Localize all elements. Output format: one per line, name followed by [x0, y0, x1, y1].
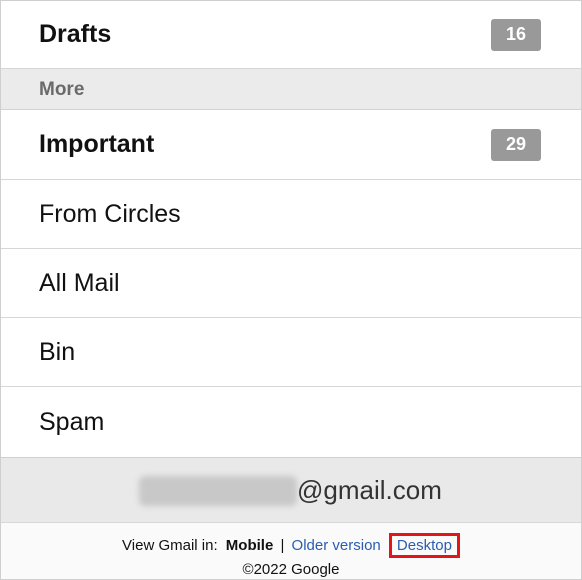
drafts-count-badge: 16: [491, 18, 541, 51]
folder-all-mail-label: All Mail: [39, 268, 120, 297]
mobile-view-current: Mobile: [225, 537, 274, 554]
folder-important-label: Important: [39, 130, 155, 158]
older-version-link[interactable]: Older version: [292, 537, 381, 554]
gmail-mobile-menu: Drafts 16 More Important 29 From Circles…: [0, 0, 582, 580]
folder-all-mail[interactable]: All Mail: [1, 249, 581, 318]
view-mode-line: View Gmail in: Mobile | Older version De…: [1, 533, 581, 558]
view-separator: |: [280, 537, 285, 554]
more-section-label: More: [39, 79, 85, 100]
folder-important[interactable]: Important 29: [1, 110, 581, 180]
desktop-link[interactable]: Desktop: [397, 537, 452, 554]
folder-bin-label: Bin: [39, 337, 76, 366]
folder-from-circles-label: From Circles: [39, 199, 181, 228]
account-bar[interactable]: @gmail.com: [1, 457, 581, 523]
folder-spam-label: Spam: [39, 407, 105, 436]
more-section-header: More: [1, 69, 581, 110]
folder-drafts-label: Drafts: [39, 20, 112, 48]
folder-drafts[interactable]: Drafts 16: [1, 1, 581, 69]
desktop-link-highlight: Desktop: [388, 533, 460, 558]
account-email-domain: @gmail.com: [297, 475, 442, 505]
important-count-badge: 29: [491, 128, 541, 161]
folder-spam[interactable]: Spam: [1, 387, 581, 457]
folder-bin[interactable]: Bin: [1, 318, 581, 387]
view-prefix: View Gmail in:: [122, 537, 218, 554]
redacted-username: [139, 476, 297, 506]
folder-from-circles[interactable]: From Circles: [1, 180, 581, 249]
copyright: ©2022 Google: [242, 561, 340, 578]
footer: View Gmail in: Mobile | Older version De…: [1, 523, 581, 579]
